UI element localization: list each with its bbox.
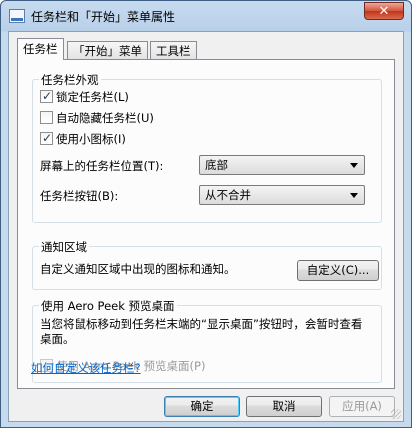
- aero-peek-description: 当您将鼠标移动到任务栏末端的“显示桌面”按钮时，会暂时查看桌面。: [40, 317, 363, 346]
- chevron-down-icon: [350, 193, 358, 198]
- aero-peek-group-title: 使用 Aero Peek 预览桌面: [39, 298, 177, 314]
- location-label: 屏幕上的任务栏位置(T):: [40, 159, 164, 173]
- cancel-button[interactable]: 取消: [246, 396, 322, 417]
- customize-button[interactable]: 自定义(C)...: [297, 260, 379, 281]
- auto-hide-option[interactable]: 自动隐藏任务栏(U): [40, 110, 154, 126]
- tab-toolbars[interactable]: 工具栏: [150, 41, 197, 59]
- taskbar-properties-window: 任务栏和「开始」菜单属性 ✕ 任务栏 「开始」菜单 工具栏 任务栏外观 锁定任务…: [0, 0, 412, 428]
- ok-button[interactable]: 确定: [164, 396, 240, 417]
- window-icon: [9, 9, 25, 23]
- dialog-client: 任务栏 「开始」菜单 工具栏 任务栏外观 锁定任务栏(L) 自动隐藏任务栏(U)…: [8, 31, 404, 422]
- notification-description: 自定义通知区域中出现的图标和通知。: [40, 262, 236, 276]
- notification-group: 通知区域 自定义通知区域中出现的图标和通知。 自定义(C)...: [32, 239, 382, 290]
- small-icons-label: 使用小图标(I): [56, 132, 126, 146]
- tab-start-menu[interactable]: 「开始」菜单: [67, 41, 148, 59]
- location-value: 底部: [205, 158, 228, 172]
- buttons-value: 从不合并: [205, 188, 251, 202]
- auto-hide-label: 自动隐藏任务栏(U): [56, 111, 154, 125]
- notification-group-title: 通知区域: [39, 239, 89, 255]
- tab-taskbar[interactable]: 任务栏: [17, 38, 64, 60]
- lock-taskbar-option[interactable]: 锁定任务栏(L): [40, 88, 129, 105]
- help-link[interactable]: 如何自定义该任务栏?: [31, 360, 141, 376]
- location-dropdown[interactable]: 底部: [199, 155, 365, 175]
- lock-taskbar-checkbox[interactable]: [40, 88, 53, 104]
- auto-hide-checkbox[interactable]: [40, 111, 53, 124]
- appearance-group: 任务栏外观 锁定任务栏(L) 自动隐藏任务栏(U) 使用小图标(I) 屏幕上的任…: [32, 72, 382, 223]
- title-bar[interactable]: 任务栏和「开始」菜单属性 ✕: [1, 1, 411, 31]
- close-button[interactable]: ✕: [364, 2, 404, 20]
- small-icons-option[interactable]: 使用小图标(I): [40, 130, 126, 147]
- chevron-down-icon: [350, 163, 358, 168]
- resize-grip-icon[interactable]: [391, 409, 401, 419]
- buttons-dropdown[interactable]: 从不合并: [199, 185, 365, 205]
- buttons-label: 任务栏按钮(B):: [40, 189, 119, 203]
- window-title: 任务栏和「开始」菜单属性: [31, 10, 176, 24]
- lock-taskbar-label: 锁定任务栏(L): [56, 90, 129, 104]
- tab-panel-taskbar: 任务栏外观 锁定任务栏(L) 自动隐藏任务栏(U) 使用小图标(I) 屏幕上的任…: [17, 59, 395, 389]
- small-icons-checkbox[interactable]: [40, 130, 53, 146]
- appearance-group-title: 任务栏外观: [39, 72, 101, 88]
- apply-button[interactable]: 应用(A): [329, 396, 395, 417]
